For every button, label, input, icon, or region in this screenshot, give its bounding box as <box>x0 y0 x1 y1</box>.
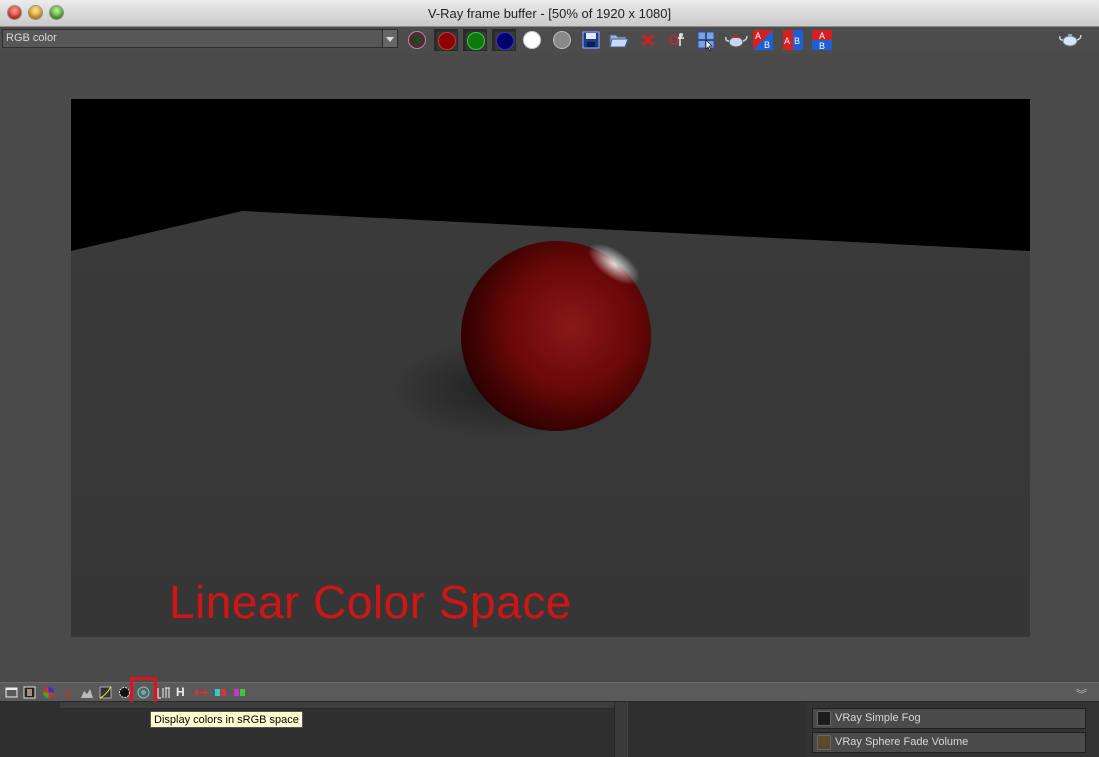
red-channel-button[interactable] <box>434 29 458 51</box>
green-channel-button[interactable] <box>463 29 487 51</box>
red-dot-icon <box>438 32 456 50</box>
stereo-icon <box>215 689 226 696</box>
srgb-tooltip: Display colors in sRGB space <box>150 711 303 728</box>
svg-text:i: i <box>66 686 70 699</box>
lut-icon <box>157 687 170 699</box>
green-dot-icon <box>467 32 485 50</box>
fog-icon <box>817 711 831 726</box>
info-button[interactable]: i <box>62 686 75 701</box>
region-render-button[interactable] <box>695 29 719 52</box>
white-dot-icon <box>523 31 541 49</box>
top-toolbar: RGB color A B A B A B <box>0 27 1099 55</box>
compare-ab-stacked-button[interactable]: A B <box>811 29 835 51</box>
clear-image-button[interactable] <box>637 29 661 51</box>
teapot-icon <box>725 35 748 48</box>
panel-splitter[interactable] <box>614 702 628 757</box>
track-mouse-icon <box>669 33 684 46</box>
history-button[interactable]: H <box>176 686 189 699</box>
render-scene <box>71 99 1030 637</box>
channels-icon <box>408 31 426 49</box>
chevron-down-icon[interactable] <box>382 30 397 47</box>
blue-channel-button[interactable] <box>492 29 516 51</box>
list-item-label: VRay Sphere Fade Volume <box>835 736 969 748</box>
grey-dot-icon <box>553 31 571 49</box>
stereo-green-magenta-button[interactable] <box>233 686 246 699</box>
color-corrections-button[interactable] <box>405 29 429 51</box>
color-correction-button[interactable] <box>42 686 55 699</box>
save-image-button[interactable] <box>580 29 604 51</box>
ab-b-label: B <box>819 41 825 51</box>
levels-icon <box>81 689 93 698</box>
render-button[interactable] <box>1058 29 1082 51</box>
curves-icon <box>99 686 112 699</box>
ab-a-label: A <box>819 31 825 41</box>
film-strip-button[interactable] <box>23 686 36 699</box>
color-wheel-icon <box>43 687 54 698</box>
ab-b-label: B <box>794 36 800 46</box>
film-icon <box>23 686 36 699</box>
timeline-strip <box>60 702 620 709</box>
overlay-label: Linear Color Space <box>169 576 572 628</box>
save-icon <box>582 31 600 49</box>
rendered-image: Linear Color Space <box>71 99 1030 637</box>
stereo-red-cyan-button[interactable] <box>214 686 227 699</box>
sphere-fade-icon <box>817 735 831 750</box>
ab-compare-icon: A B <box>783 30 803 50</box>
collapse-chevron-icon[interactable]: ︾ <box>1076 686 1087 702</box>
ab-b-label: B <box>764 40 770 50</box>
ab-a-label: A <box>784 36 790 46</box>
ab-compare-icon: A B <box>753 30 773 50</box>
lut-button[interactable] <box>157 686 170 699</box>
ab-compare-icon: A B <box>812 30 832 51</box>
close-icon <box>641 33 655 47</box>
blue-dot-icon <box>496 32 514 50</box>
pixel-aspect-button[interactable] <box>194 686 208 699</box>
levels-button[interactable] <box>80 686 93 699</box>
toggle-panel-button[interactable] <box>5 686 18 699</box>
channel-select-value: RGB color <box>6 32 57 44</box>
load-image-button[interactable] <box>608 29 632 51</box>
info-icon: i <box>66 686 70 701</box>
compare-ab-vertical-button[interactable]: A B <box>782 29 806 51</box>
list-item[interactable]: VRay Sphere Fade Volume <box>812 732 1086 753</box>
folder-open-icon <box>609 34 629 48</box>
list-item-label: VRay Simple Fog <box>835 712 921 724</box>
region-icon <box>697 31 715 52</box>
curves-button[interactable] <box>99 686 112 699</box>
frame-buffer-viewport[interactable]: Linear Color Space <box>0 54 1099 682</box>
render-last-button[interactable] <box>724 29 748 51</box>
compare-ab-horizontal-button[interactable]: A B <box>752 29 776 51</box>
bottom-toolbar: i H ︾ <box>0 677 1099 706</box>
track-mouse-button[interactable] <box>666 29 690 51</box>
window-title: V-Ray frame buffer - [50% of 1920 x 1080… <box>427 6 672 21</box>
mono-button[interactable] <box>550 29 574 51</box>
teapot-icon <box>1059 34 1082 47</box>
alpha-channel-button[interactable] <box>520 29 544 51</box>
arrows-horizontal-icon <box>194 688 208 697</box>
stereo-icon <box>234 689 245 696</box>
list-item[interactable]: VRay Simple Fog <box>812 708 1086 729</box>
window-icon <box>5 687 18 698</box>
title-bar: V-Ray frame buffer - [50% of 1920 x 1080… <box>0 0 1099 27</box>
ab-a-label: A <box>755 31 761 41</box>
channel-select[interactable]: RGB color <box>2 29 398 48</box>
